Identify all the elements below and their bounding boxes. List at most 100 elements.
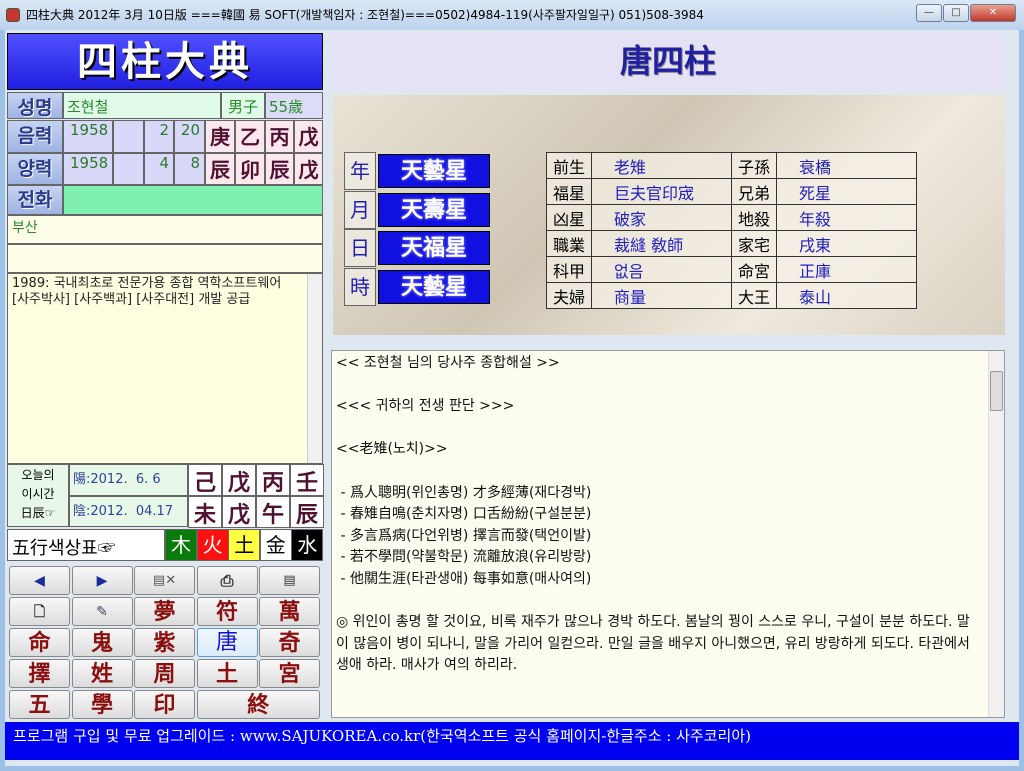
fate-value: 商量 (591, 282, 733, 309)
menu-button[interactable]: 印 (134, 690, 195, 719)
delete-record-button[interactable]: ▤✕ (134, 566, 195, 595)
today-char: 戊 (222, 464, 256, 496)
menu-button[interactable]: 紫 (134, 628, 195, 657)
fate-row: 凶星 破家 地殺 年殺 (545, 204, 918, 231)
today-label: 오늘의 이시간 日辰☞ (7, 464, 69, 527)
save-record-button[interactable]: ▤ (259, 566, 320, 595)
minimize-button[interactable]: — (916, 4, 942, 22)
solar-char: 戊 (294, 153, 323, 185)
fate-key: 福星 (545, 178, 593, 205)
fate-value: 없음 (591, 256, 733, 283)
memo-textarea[interactable]: 1989: 국내최초로 전문가용 종합 역학소프트웨어 [사주박사] [사주백과… (7, 273, 323, 464)
fate-value: 戌東 (776, 230, 918, 257)
lunar-char: 戊 (294, 120, 323, 153)
phone-label: 전화 (7, 185, 63, 215)
today-solar: 陽:2012. 6. 6 (69, 464, 188, 496)
fate-key: 職業 (545, 230, 593, 257)
menu-button[interactable]: 符 (196, 597, 258, 626)
five-elements-label: 五行색상표☞ (7, 529, 165, 561)
menu-button[interactable]: 夢 (134, 597, 195, 626)
pillar-label: 年 (344, 152, 376, 190)
menu-button[interactable]: 五 (9, 690, 70, 719)
fate-key: 前生 (545, 152, 593, 179)
five-element-0: 木 (165, 529, 197, 561)
window-title: 四柱大典 2012年 3月 10日版 ===韓國 易 SOFT(개발책임자 : … (26, 8, 704, 22)
today-char: 辰 (290, 496, 324, 528)
name-label: 성명 (7, 92, 63, 119)
next-button[interactable]: ▶ (71, 566, 133, 595)
fate-key: 大王 (731, 282, 778, 309)
today-char: 己 (188, 464, 222, 496)
solar-year[interactable]: 1958 (63, 153, 113, 185)
section-title: 唐四柱 (331, 33, 1005, 90)
text-scrollbar[interactable] (988, 351, 1004, 717)
footer-banner[interactable]: 프로그램 구입 및 무료 업그레이드 : www.SAJUKOREA.co.kr… (5, 722, 1019, 760)
fate-row: 福星 巨夫官印宬 兄弟 死星 (545, 178, 918, 205)
menu-button[interactable]: 鬼 (71, 628, 133, 657)
fate-key: 夫婦 (545, 282, 593, 309)
fate-key: 凶星 (545, 204, 593, 231)
lunar-month[interactable]: 2 (144, 120, 174, 153)
five-element-3: 金 (259, 529, 292, 561)
exit-button[interactable]: 終 (196, 690, 320, 719)
solar-char: 卯 (235, 153, 265, 185)
menu-button[interactable]: 學 (71, 690, 133, 719)
phone-field[interactable] (63, 185, 323, 215)
interpretation-text[interactable]: << 조현철 님의 당사주 종합해설 >> <<< 귀하의 전생 판단 >>> … (331, 350, 1005, 718)
edit-button[interactable]: ✎ (71, 597, 133, 626)
lunar-leap[interactable] (113, 120, 144, 153)
pillar-label: 月 (344, 190, 376, 229)
print-button[interactable]: ⎙ (196, 566, 258, 595)
fate-value: 巨夫官印宬 (591, 178, 733, 205)
fate-key: 兄弟 (731, 178, 778, 205)
lunar-day[interactable]: 20 (174, 120, 205, 153)
pillar-label: 日 (344, 229, 376, 267)
five-element-4: 水 (291, 529, 324, 561)
menu-button[interactable]: 宮 (259, 659, 320, 688)
fate-value: 泰山 (776, 282, 918, 309)
pillar-star: 天藝星 (378, 154, 490, 188)
pillar-star: 天藝星 (378, 269, 490, 304)
lunar-char: 乙 (235, 120, 265, 153)
today-char: 丙 (256, 464, 290, 496)
fate-key: 命宮 (731, 256, 778, 283)
menu-button[interactable]: 周 (134, 659, 195, 688)
menu-button[interactable]: 萬 (259, 597, 320, 626)
age-field: 55歲 (265, 92, 323, 119)
menu-button[interactable]: 土 (196, 659, 258, 688)
five-element-2: 土 (228, 529, 261, 561)
fate-value: 裁縫 敎師 (591, 230, 733, 257)
address-field-2[interactable] (7, 244, 323, 273)
lunar-year[interactable]: 1958 (63, 120, 113, 153)
menu-button[interactable]: 奇 (259, 628, 320, 657)
gender-field[interactable]: 男子 (221, 92, 265, 119)
solar-leap[interactable] (113, 153, 144, 185)
today-char: 壬 (290, 464, 324, 496)
solar-month[interactable]: 4 (144, 153, 174, 185)
app-logo: 四柱大典 (7, 33, 323, 90)
five-element-1: 火 (196, 529, 229, 561)
fate-table: 前生 老雉 子孫 衰橋 福星 巨夫官印宬 兄弟 死星 凶星 破家 地殺 年殺 職業 裁縫 敎師 家宅 戌東 科甲… (545, 152, 918, 309)
fate-row: 科甲 없음 命宮 正庫 (545, 256, 918, 283)
maximize-button[interactable]: □ (943, 4, 969, 22)
today-char: 戊 (222, 496, 256, 528)
lunar-char: 丙 (265, 120, 294, 153)
prev-button[interactable]: ◀ (9, 566, 70, 595)
fate-value: 死星 (776, 178, 918, 205)
menu-button[interactable]: 擇 (9, 659, 70, 688)
fate-row: 職業 裁縫 敎師 家宅 戌東 (545, 230, 918, 257)
memo-scrollbar[interactable] (307, 274, 322, 463)
new-button[interactable]: 🗋 (9, 597, 70, 626)
title-bar: 四柱大典 2012年 3月 10日版 ===韓國 易 SOFT(개발책임자 : … (0, 0, 1024, 30)
menu-button[interactable]: 姓 (71, 659, 133, 688)
solar-day[interactable]: 8 (174, 153, 205, 185)
name-field[interactable]: 조현철 (63, 92, 221, 119)
fate-value: 老雉 (591, 152, 733, 179)
address-field[interactable]: 부산 (7, 215, 323, 244)
scrollbar-thumb[interactable] (990, 371, 1003, 411)
fate-row: 夫婦 商量 大王 泰山 (545, 282, 918, 309)
close-button[interactable]: ✕ (970, 4, 1016, 22)
pillar-label: 時 (344, 267, 376, 306)
menu-button[interactable]: 命 (9, 628, 70, 657)
menu-button-active[interactable]: 唐 (196, 628, 258, 657)
